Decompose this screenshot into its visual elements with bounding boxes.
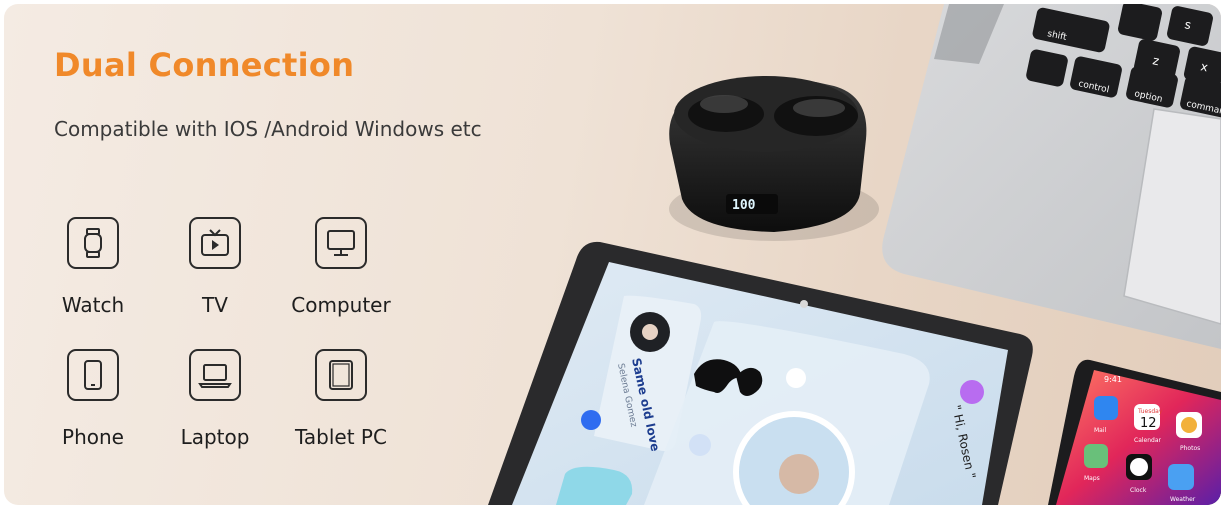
- song-artist: Selena Gomez: [615, 363, 638, 429]
- tv-icon: [189, 217, 241, 269]
- phone-time: 9:41: [1104, 375, 1122, 384]
- phone-image: 9:41 Tuesday 12 Mail Calendar Photos Map…: [1048, 359, 1221, 505]
- device-label: TV: [202, 293, 228, 317]
- device-label: Tablet PC: [295, 425, 387, 449]
- key-shift: shift: [1046, 29, 1068, 43]
- watch-icon: [67, 217, 119, 269]
- device-tv: TV: [150, 217, 280, 317]
- device-phone: Phone: [28, 349, 158, 449]
- calendar-date: 12: [1140, 416, 1157, 431]
- app-label-weather: Weather: [1170, 496, 1196, 503]
- key-x: x: [1199, 59, 1209, 74]
- key-s: s: [1183, 17, 1192, 32]
- app-label-calendar: Calendar: [1134, 437, 1162, 444]
- app-label-photos: Photos: [1180, 445, 1200, 452]
- device-computer: Computer: [276, 217, 406, 317]
- assistant-greeting: " Hi, Rosen ": [949, 404, 978, 480]
- calendar-day: Tuesday: [1137, 408, 1163, 415]
- headline: Dual Connection: [54, 46, 355, 84]
- key-option: option: [1133, 89, 1163, 105]
- laptop-icon: [189, 349, 241, 401]
- key-control: control: [1077, 79, 1110, 95]
- battery-display: 100: [732, 198, 756, 213]
- key-z: z: [1151, 53, 1160, 68]
- device-tablet: Tablet PC: [276, 349, 406, 449]
- key-command: command: [1185, 99, 1221, 118]
- laptop-image: shift control option command z s x: [882, 4, 1221, 349]
- app-label-clock: Clock: [1130, 487, 1147, 494]
- device-laptop: Laptop: [150, 349, 280, 449]
- computer-icon: [315, 217, 367, 269]
- device-label: Watch: [61, 293, 125, 317]
- earbud-case-image: 100: [669, 76, 879, 241]
- compatibility-text: Compatible with IOS /Android Windows etc: [54, 117, 482, 141]
- device-label: Computer: [291, 293, 391, 317]
- device-watch: Watch: [28, 217, 158, 317]
- song-title: Same old love: [629, 357, 662, 453]
- tablet-image: Same old love Selena Gomez " Hi, Rosen ": [488, 241, 1033, 505]
- app-label-mail: Mail: [1094, 427, 1107, 434]
- tablet-icon: [315, 349, 367, 401]
- device-label: Laptop: [180, 425, 250, 449]
- app-label-maps: Maps: [1084, 475, 1100, 482]
- phone-icon: [67, 349, 119, 401]
- device-label: Phone: [62, 425, 124, 449]
- product-banner: Dual Connection Compatible with IOS /And…: [4, 4, 1221, 505]
